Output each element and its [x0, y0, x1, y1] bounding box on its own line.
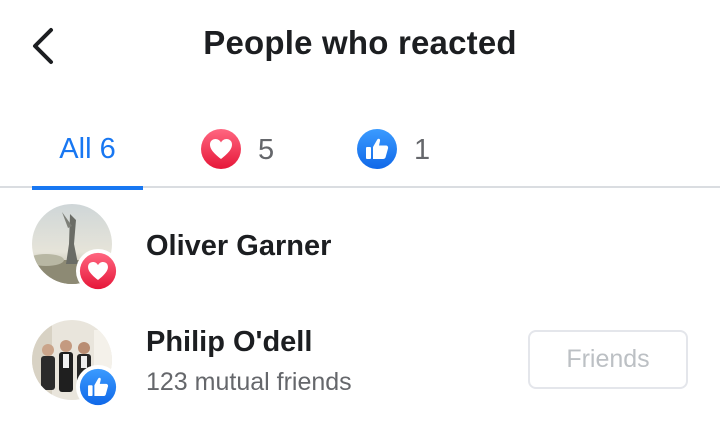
person-name[interactable]: Oliver Garner: [146, 230, 331, 263]
like-reaction-icon: [76, 365, 120, 409]
love-reaction-icon: [76, 249, 120, 293]
like-reaction-icon: [356, 128, 398, 170]
friends-button[interactable]: Friends: [528, 330, 688, 389]
active-tab-indicator: [32, 186, 143, 190]
person-name[interactable]: Philip O'dell: [146, 326, 312, 359]
tab-all[interactable]: All 6: [32, 110, 143, 190]
like-count: 1: [414, 133, 431, 166]
mutual-friends: 123 mutual friends: [146, 368, 352, 396]
list-item[interactable]: Oliver Garner: [0, 200, 720, 300]
reaction-tabs: All 6 5 1: [0, 110, 720, 190]
tab-all-label: All 6: [59, 132, 116, 165]
love-reaction-icon: [200, 128, 242, 170]
love-count: 5: [258, 133, 275, 166]
page-title: People who reacted: [203, 24, 517, 61]
tab-like[interactable]: 1: [356, 110, 430, 188]
header: People who reacted: [0, 0, 720, 92]
tab-love[interactable]: 5: [200, 110, 274, 188]
list-item[interactable]: Philip O'dell 123 mutual friends Friends: [0, 316, 720, 416]
